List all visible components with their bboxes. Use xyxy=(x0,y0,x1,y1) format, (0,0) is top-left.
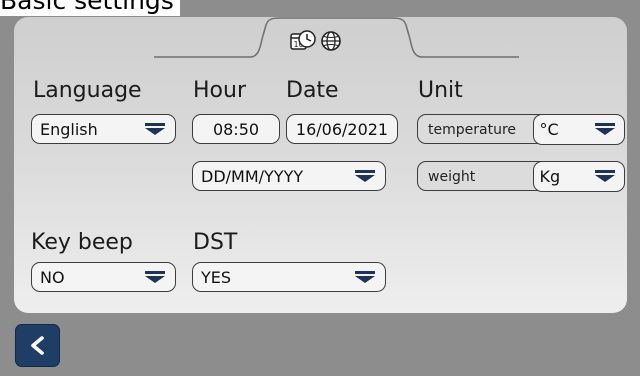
language-value: English xyxy=(40,120,98,139)
date-field[interactable]: 16/06/2021 xyxy=(286,114,398,144)
caret-down-icon xyxy=(594,169,615,182)
back-button[interactable] xyxy=(15,324,60,367)
date-value: 16/06/2021 xyxy=(295,120,389,139)
hour-value: 08:50 xyxy=(212,120,260,139)
weight-unit-select[interactable]: Kg xyxy=(532,160,625,192)
dst-label: DST xyxy=(193,230,238,255)
date-format-value: DD/MM/YYYY xyxy=(201,167,304,186)
chevron-left-icon xyxy=(31,336,44,355)
weight-unit-row: weight Kg xyxy=(417,160,625,192)
caret-down-icon xyxy=(594,122,615,135)
temperature-unit-select[interactable]: °C xyxy=(532,113,625,145)
key-beep-label: Key beep xyxy=(31,230,133,255)
unit-label: Unit xyxy=(418,78,463,103)
page-title: Basic settings xyxy=(0,0,180,16)
caret-down-icon xyxy=(145,123,165,135)
hour-field[interactable]: 08:50 xyxy=(192,114,280,144)
temperature-unit-value: °C xyxy=(539,119,559,139)
globe-icon xyxy=(321,31,341,51)
caret-down-icon xyxy=(145,271,165,283)
key-beep-value: NO xyxy=(40,268,65,287)
key-beep-select[interactable]: NO xyxy=(31,262,176,292)
temperature-unit-row: temperature °C xyxy=(417,113,625,145)
hour-label: Hour xyxy=(193,78,246,103)
dst-value: YES xyxy=(201,268,232,287)
date-format-select[interactable]: DD/MM/YYYY xyxy=(192,161,386,191)
weight-unit-value: Kg xyxy=(539,166,561,186)
dst-select[interactable]: YES xyxy=(192,262,386,292)
date-label: Date xyxy=(286,78,339,103)
caret-down-icon xyxy=(355,170,375,182)
calendar-clock-icon: 10 xyxy=(290,30,316,50)
temperature-label: temperature xyxy=(428,122,516,138)
settings-panel: 10 Language Hour Date Unit Key beep DST … xyxy=(14,17,627,313)
language-label: Language xyxy=(33,78,142,103)
weight-label: weight xyxy=(428,169,476,185)
caret-down-icon xyxy=(355,271,375,283)
language-select[interactable]: English xyxy=(31,114,176,144)
tab-date-region[interactable]: 10 xyxy=(290,29,358,55)
